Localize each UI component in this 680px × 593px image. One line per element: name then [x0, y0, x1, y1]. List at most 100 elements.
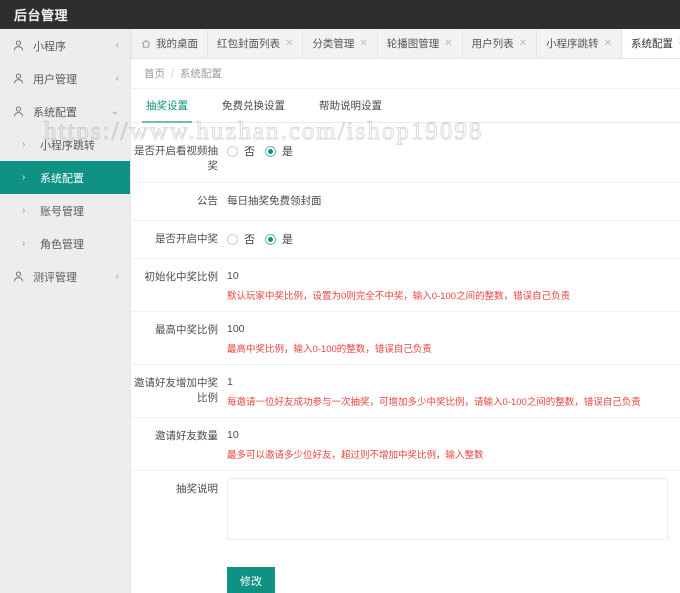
- close-icon[interactable]: ✕: [604, 38, 612, 49]
- sidebar-item-label: 小程序: [33, 40, 66, 53]
- chevron-right-icon: ›: [22, 172, 26, 183]
- radio-label: 是: [282, 146, 293, 158]
- radio-enable-win-yes[interactable]: 是: [265, 231, 293, 247]
- tab-label: 小程序跳转: [546, 38, 599, 50]
- form-row-video-lottery: 是否开启看视频抽奖 否 是: [131, 133, 680, 183]
- tab-5[interactable]: 小程序跳转 ✕: [537, 29, 622, 58]
- radio-video-lottery-no[interactable]: 否: [227, 143, 255, 159]
- invite-count-input[interactable]: [227, 418, 668, 449]
- sidebar-item-2[interactable]: 系统配置 ⌄: [0, 95, 130, 128]
- sidebar-subitem-label: 账号管理: [40, 205, 84, 218]
- label-enable-win: 是否开启中奖: [155, 233, 218, 245]
- close-icon[interactable]: ✕: [519, 38, 527, 49]
- hint-invite-count: 最多可以邀请多少位好友，超过则不增加中奖比例，输入整数: [227, 450, 484, 461]
- radio-label: 否: [244, 146, 255, 158]
- sub-tab-bar: 抽奖设置 免费兑换设置 帮助说明设置: [131, 89, 680, 123]
- init-rate-input[interactable]: [227, 259, 668, 290]
- chevron-icon: ⌄: [110, 105, 119, 117]
- tab-0[interactable]: 我的桌面: [131, 29, 208, 58]
- breadcrumb-separator: /: [171, 67, 174, 80]
- radio-dot-icon: [265, 233, 276, 245]
- sub-tab-0[interactable]: 抽奖设置: [142, 89, 192, 123]
- top-header-bar: 后台管理: [0, 0, 680, 29]
- close-icon[interactable]: ✕: [359, 38, 367, 49]
- tab-3[interactable]: 轮播图管理 ✕: [378, 29, 463, 58]
- tab-label: 系统配置: [630, 37, 673, 50]
- hint-invite-rate: 每邀请一位好友成功参与一次抽奖，可增加多少中奖比例，请输入0-100之间的整数，…: [227, 397, 641, 408]
- breadcrumb-root[interactable]: 首页: [144, 66, 165, 81]
- sidebar-item-1[interactable]: 用户管理 ‹: [0, 62, 130, 95]
- tab-label: 轮播图管理: [386, 38, 440, 50]
- label-init-rate: 初始化中奖比例: [144, 271, 219, 283]
- form-row-lottery-desc: 抽奖说明: [131, 471, 680, 553]
- max-rate-input[interactable]: [227, 312, 668, 343]
- user-icon: [12, 270, 25, 283]
- radio-video-lottery-yes[interactable]: 是: [265, 143, 293, 159]
- lottery-desc-textarea[interactable]: [227, 478, 668, 540]
- tab-6[interactable]: 系统配置✕: [621, 29, 680, 58]
- sidebar-subitem-3[interactable]: › 角色管理: [0, 227, 130, 260]
- sidebar-subitem-0[interactable]: › 小程序跳转: [0, 128, 130, 161]
- tab-4[interactable]: 用户列表 ✕: [463, 29, 538, 58]
- submit-button[interactable]: 修改: [227, 567, 275, 593]
- user-icon: [12, 39, 25, 52]
- breadcrumb-current: 系统配置: [179, 68, 222, 80]
- radio-group-video-lottery: 否 是: [227, 133, 668, 167]
- app-title: 后台管理: [14, 8, 69, 23]
- tab-2[interactable]: 分类管理 ✕: [303, 29, 378, 58]
- sidebar-item-0[interactable]: 小程序 ‹: [0, 29, 130, 62]
- chevron-right-icon: ›: [22, 205, 26, 216]
- home-icon: [141, 39, 151, 49]
- sidebar-subitem-label: 角色管理: [40, 238, 84, 251]
- radio-dot-icon: [265, 145, 276, 157]
- chevron-right-icon: ›: [22, 238, 26, 249]
- hint-init-rate: 默认玩家中奖比例，设置为0则完全不中奖，输入0-100之间的整数，错误自己负责: [227, 291, 571, 302]
- notice-input[interactable]: [227, 183, 668, 214]
- sub-tab-1[interactable]: 免费兑换设置: [222, 89, 285, 123]
- form-row-invite-count: 邀请好友数量 最多可以邀请多少位好友，超过则不增加中奖比例，输入整数: [131, 418, 680, 471]
- form-actions: 修改: [131, 553, 680, 593]
- form-row-invite-rate: 邀请好友增加中奖比例 每邀请一位好友成功参与一次抽奖，可增加多少中奖比例，请输入…: [131, 365, 680, 418]
- sidebar-subitem-2[interactable]: › 账号管理: [0, 194, 130, 227]
- chevron-icon: ‹: [115, 270, 119, 282]
- close-icon[interactable]: ✕: [285, 38, 293, 49]
- sub-tab-2[interactable]: 帮助说明设置: [319, 89, 382, 123]
- tab-label: 分类管理: [312, 38, 355, 50]
- radio-label: 否: [244, 234, 255, 246]
- sidebar: 小程序 ‹ 用户管理 ‹ 系统配置 ⌄ › 小程序跳转 › 系统配置 › 账号管理 › 角色管理 测评管…: [0, 29, 131, 593]
- form-row-max-rate: 最高中奖比例 最高中奖比例，输入0-100的整数，错误自己负责: [131, 312, 680, 365]
- label-invite-rate: 邀请好友增加中奖比例: [134, 377, 218, 404]
- tab-label: 用户列表: [471, 38, 514, 50]
- invite-rate-input[interactable]: [227, 365, 668, 396]
- chevron-right-icon: ›: [22, 139, 26, 150]
- sidebar-item-tail-0[interactable]: 测评管理 ‹: [0, 260, 130, 293]
- user-icon: [12, 105, 25, 118]
- tab-label: 我的桌面: [156, 38, 198, 50]
- user-icon: [12, 72, 25, 85]
- admin-page: 后台管理 小程序 ‹ 用户管理 ‹ 系统配置 ⌄ › 小程序跳转 › 系统配置 › 账号管理 › 角色管…: [0, 0, 680, 593]
- form-row-init-rate: 初始化中奖比例 默认玩家中奖比例，设置为0则完全不中奖，输入0-100之间的整数…: [131, 259, 680, 312]
- radio-dot-icon: [227, 233, 238, 245]
- close-icon[interactable]: ✕: [444, 38, 452, 49]
- label-invite-count: 邀请好友数量: [155, 430, 218, 442]
- hint-max-rate: 最高中奖比例，输入0-100的整数，错误自己负责: [227, 344, 432, 355]
- tab-strip: 我的桌面 红包封面列表 ✕ 分类管理 ✕ 轮播图管理 ✕ 用户列表 ✕ 小程序跳转 ✕ 系统配置✕: [131, 29, 680, 59]
- radio-enable-win-no[interactable]: 否: [227, 231, 255, 247]
- tab-1[interactable]: 红包封面列表 ✕: [208, 29, 304, 58]
- lottery-settings-form: 是否开启看视频抽奖 否 是 公告 每日抽奖免费领封面 是否开启中奖 否 是 初始…: [131, 123, 680, 593]
- breadcrumb: 首页 / 系统配置: [131, 59, 680, 89]
- form-row-notice: 公告: [131, 183, 680, 221]
- radio-group-enable-win: 否 是: [227, 221, 668, 255]
- chevron-icon: ‹: [115, 72, 119, 84]
- form-row-enable-win: 是否开启中奖 否 是: [131, 221, 680, 259]
- label-max-rate: 最高中奖比例: [155, 324, 218, 336]
- sidebar-item-label: 测评管理: [33, 271, 77, 284]
- sidebar-item-label: 系统配置: [33, 106, 77, 119]
- tab-label: 红包封面列表: [217, 38, 280, 50]
- sidebar-subitem-1[interactable]: › 系统配置: [0, 161, 130, 194]
- label-notice: 公告: [197, 195, 218, 207]
- main-content: 抽奖设置 免费兑换设置 帮助说明设置 是否开启看视频抽奖 否 是 公告 每日抽奖…: [131, 89, 680, 593]
- radio-dot-icon: [227, 145, 238, 157]
- sidebar-item-label: 用户管理: [33, 73, 77, 86]
- label-video-lottery: 是否开启看视频抽奖: [134, 145, 218, 172]
